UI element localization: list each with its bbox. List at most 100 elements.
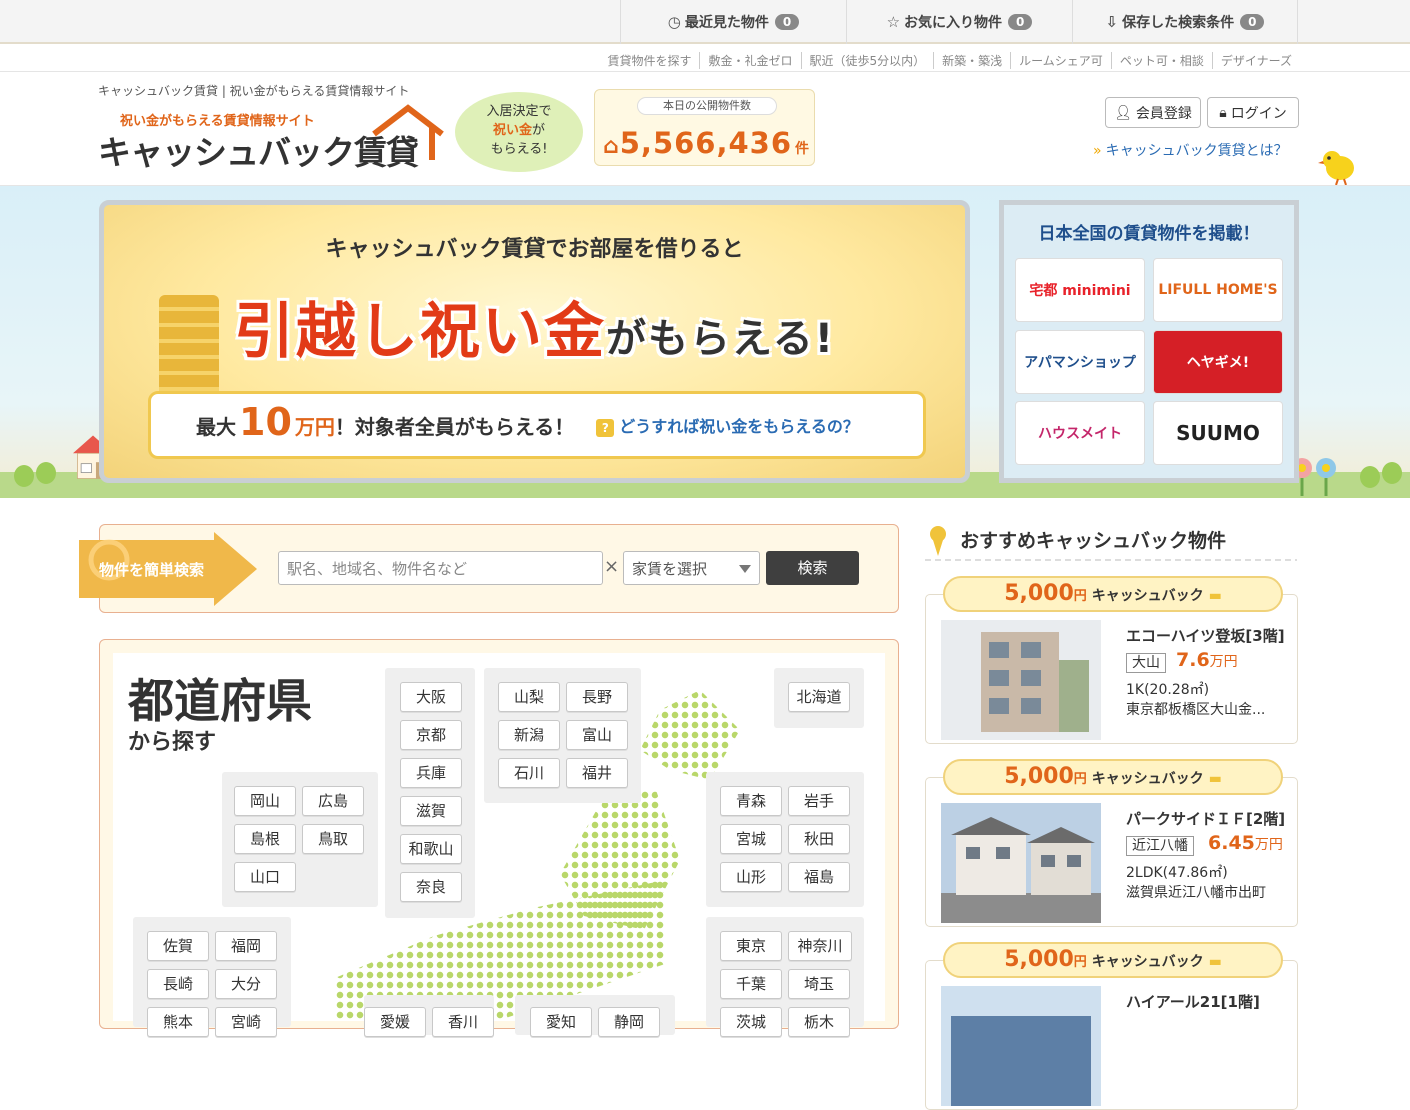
cashback-promo-banner[interactable]: キャッシュバック賃貸でお部屋を借りると 引越し祝い金がもらえる! 最大 10 万… — [99, 200, 970, 483]
pref-akita[interactable]: 秋田 — [788, 824, 850, 854]
property-photo — [941, 620, 1101, 740]
partner-logo-homes[interactable]: LIFULL HOME'S — [1153, 258, 1283, 322]
pref-hokkaido[interactable]: 北海道 — [788, 682, 850, 712]
link-pets-ok[interactable]: ペット可・相談 — [1110, 52, 1212, 69]
link-near-station[interactable]: 駅近（徒歩5分以内） — [800, 52, 934, 69]
partner-logo-heyagime[interactable]: ヘヤギメ! — [1153, 330, 1283, 394]
register-button[interactable]: 👤︎ 会員登録 — [1105, 97, 1201, 128]
pref-tokyo[interactable]: 東京 — [720, 931, 782, 961]
pref-yamanashi[interactable]: 山梨 — [498, 682, 560, 712]
search-label-arrow: 物件を簡単検索 — [79, 532, 257, 606]
about-link-label: キャッシュバック賃貸とは？ — [1105, 143, 1288, 159]
pref-iwate[interactable]: 岩手 — [788, 786, 850, 816]
pref-fukui[interactable]: 福井 — [566, 758, 628, 788]
pref-niigata[interactable]: 新潟 — [498, 720, 560, 750]
pref-kanagawa[interactable]: 神奈川 — [788, 931, 852, 961]
pref-nagasaki[interactable]: 長崎 — [147, 969, 209, 999]
pref-shizuoka[interactable]: 静岡 — [598, 1007, 660, 1037]
property-name[interactable]: パークサイドＩＦ[2階] — [1126, 808, 1285, 829]
partner-logo-suumo[interactable]: SUUMO — [1153, 401, 1283, 465]
pref-miyazaki[interactable]: 宮崎 — [215, 1007, 277, 1037]
link-roomshare[interactable]: ルームシェア可 — [1010, 52, 1111, 69]
pref-aichi[interactable]: 愛知 — [530, 1007, 592, 1037]
building-photo-image — [941, 803, 1101, 923]
partner-logo-minimini[interactable]: 宅都 minimini — [1015, 258, 1145, 322]
pref-shiga[interactable]: 滋賀 — [400, 796, 462, 826]
pref-fukushima[interactable]: 福島 — [788, 862, 850, 892]
site-tagline: キャッシュバック賃貸 | 祝い金がもらえる賃貸情報サイト — [98, 84, 410, 98]
pref-saitama[interactable]: 埼玉 — [788, 969, 850, 999]
link-new-build[interactable]: 新築・築浅 — [933, 52, 1010, 69]
quick-links: 賃貸物件を探す 敷金・礼金ゼロ 駅近（徒歩5分以内） 新築・築浅 ルームシェア可… — [599, 52, 1300, 69]
pref-tochigi[interactable]: 栃木 — [788, 1007, 850, 1037]
search-button[interactable]: 検索 — [766, 551, 859, 585]
coin-icon: ▬ — [1208, 954, 1222, 970]
link-designers[interactable]: デザイナーズ — [1211, 52, 1300, 69]
cashback-ribbon: 5,000円 キャッシュバック ▬ — [943, 942, 1283, 978]
partner-logo-apaman[interactable]: アパマンショップ — [1015, 330, 1145, 394]
pref-kumamoto[interactable]: 熊本 — [147, 1007, 209, 1037]
pref-oita[interactable]: 大分 — [215, 969, 277, 999]
property-name[interactable]: ハイアール21[1階] — [1126, 991, 1260, 1012]
pref-yamagata[interactable]: 山形 — [720, 862, 782, 892]
property-address: 滋賀県近江八幡市出町 — [1126, 885, 1266, 901]
pref-ehime[interactable]: 愛媛 — [364, 1007, 426, 1037]
recent-viewed-button[interactable]: ◷ 最近見た物件 0 — [620, 0, 846, 44]
clear-search-icon[interactable]: × — [604, 556, 619, 577]
property-card[interactable]: ハイアール21[1階] — [925, 960, 1298, 1110]
user-icon: 👤︎ — [1114, 104, 1132, 121]
max-suffix: ！対象者全員がもらえる！ — [334, 414, 575, 439]
property-photo — [941, 986, 1101, 1106]
pref-hiroshima[interactable]: 広島 — [302, 786, 364, 816]
coin-icon: ▬ — [1208, 588, 1222, 604]
property-name[interactable]: エコーハイツ登坂[3階] — [1126, 625, 1285, 646]
lock-icon: 🔒︎ — [1219, 104, 1227, 121]
link-search-rentals[interactable]: 賃貸物件を探す — [599, 52, 699, 69]
pref-ishikawa[interactable]: 石川 — [498, 758, 560, 788]
site-logo[interactable]: キャッシュバック賃貸 — [98, 126, 419, 174]
pref-chiba[interactable]: 千葉 — [720, 969, 782, 999]
banner-main-suffix: がもらえる! — [606, 316, 836, 362]
partner-logo-housemate[interactable]: ハウスメイト — [1015, 401, 1145, 465]
pref-miyagi[interactable]: 宮城 — [720, 824, 782, 854]
pref-shimane[interactable]: 島根 — [234, 824, 296, 854]
link-zero-deposit[interactable]: 敷金・礼金ゼロ — [699, 52, 800, 69]
rent-select[interactable]: 家賃を選択 — [623, 551, 760, 585]
property-card[interactable]: エコーハイツ登坂[3階] 大山 7.6万円 1K(20.28㎡) 東京都板橋区大… — [925, 594, 1298, 744]
favorites-button[interactable]: ☆ お気に入り物件 0 — [846, 0, 1072, 44]
pref-okayama[interactable]: 岡山 — [234, 786, 296, 816]
property-layout: 1K(20.28㎡) — [1126, 682, 1210, 698]
how-to-get-link[interactable]: ? どうすれば祝い金をもらえるの？ — [596, 413, 859, 437]
saved-search-button[interactable]: ⇩ 保存した検索条件 0 — [1072, 0, 1298, 44]
cashback-yen: 円 — [1073, 589, 1087, 604]
partners-title: 日本全国の賃貸物件を掲載！ — [1038, 224, 1260, 244]
pref-yamaguchi[interactable]: 山口 — [234, 862, 296, 892]
listing-count-value: 5,566,436 — [619, 126, 793, 160]
pref-wakayama[interactable]: 和歌山 — [400, 834, 462, 864]
property-card[interactable]: パークサイドＩＦ[2階] 近江八幡 6.45万円 2LDK(47.86㎡) 滋賀… — [925, 777, 1298, 927]
cashback-amount: 5,000 — [1004, 581, 1074, 606]
pref-hyogo[interactable]: 兵庫 — [400, 758, 462, 788]
pref-saga[interactable]: 佐賀 — [147, 931, 209, 961]
listing-count-unit: 件 — [795, 141, 811, 157]
dropdown-arrow-icon — [739, 565, 751, 573]
pref-osaka[interactable]: 大阪 — [400, 682, 462, 712]
pref-toyama[interactable]: 富山 — [566, 720, 628, 750]
pref-tottori[interactable]: 鳥取 — [302, 824, 364, 854]
listing-count-box: 本日の公開物件数 ⌂5,566,436 件 — [594, 89, 815, 166]
about-link[interactable]: » キャッシュバック賃貸とは？ — [1093, 140, 1288, 160]
login-button[interactable]: 🔒︎ ログイン — [1207, 97, 1299, 128]
cashback-amount: 5,000 — [1004, 947, 1074, 972]
keyword-search-input[interactable]: 駅名、地域名、物件名など — [278, 551, 603, 585]
pref-fukuoka[interactable]: 福岡 — [215, 931, 277, 961]
pref-aomori[interactable]: 青森 — [720, 786, 782, 816]
coin-icon: ▬ — [1208, 771, 1222, 787]
bubble-line2: が — [532, 123, 546, 138]
property-price: 6.45万円 — [1208, 832, 1283, 854]
pref-kyoto[interactable]: 京都 — [400, 720, 462, 750]
pref-nara[interactable]: 奈良 — [400, 872, 462, 902]
logo-house-roof-icon — [372, 104, 444, 160]
pref-kagawa[interactable]: 香川 — [432, 1007, 494, 1037]
pref-nagano[interactable]: 長野 — [566, 682, 628, 712]
pref-ibaraki[interactable]: 茨城 — [720, 1007, 782, 1037]
